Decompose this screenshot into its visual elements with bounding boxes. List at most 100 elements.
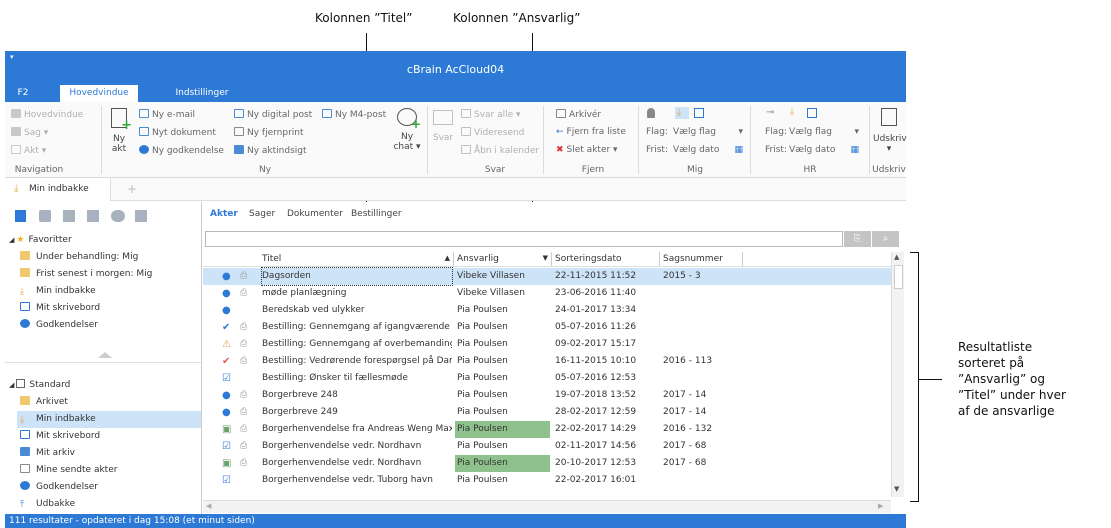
column-divider[interactable] <box>453 252 454 266</box>
hr-frist-select[interactable]: Vælg dato ▦ <box>789 145 859 155</box>
document-icon[interactable] <box>15 210 26 222</box>
subtab-sager[interactable]: Sager <box>249 209 275 219</box>
table-row[interactable]: ✔ ⎙ Bestilling: Gennemgang af igangværende… <box>203 319 891 336</box>
desk-icon[interactable] <box>807 108 817 118</box>
nav-sag-button[interactable]: Sag ▾ <box>11 127 48 138</box>
tree-item-udbakke[interactable]: ⤒ Udbakke <box>20 496 75 510</box>
column-divider[interactable] <box>659 252 660 266</box>
vertical-scrollbar[interactable]: ▲ ▼ <box>891 252 904 497</box>
table-row[interactable]: ● ⎙ Dagsorden Vibeke Villasen 22-11-2015 11:… <box>203 267 891 286</box>
table-row[interactable]: ● ⎙ Borgerbreve 248 Pia Poulsen 19-07-2018 1… <box>203 387 891 404</box>
table-row[interactable]: ● ⎙ Borgerbreve 249 Pia Poulsen 28-02-2017 1… <box>203 404 891 421</box>
column-ansvarlig-label: Ansvarlig <box>457 254 499 264</box>
table-row[interactable]: ▣ ⎙ Borgerhenvendelse vedr. Nordhavn Pia Po… <box>203 455 891 472</box>
favorites-header[interactable]: ◢ ★ Favoritter <box>9 232 72 249</box>
tree-item-label: Godkendelser <box>36 320 99 330</box>
group-mig-label: Mig <box>687 165 703 175</box>
nav-hovedvindue-button[interactable]: Hovedvindue <box>11 109 83 120</box>
nyt-dokument-button[interactable]: Nyt dokument <box>139 127 216 138</box>
svar-button[interactable]: Svar <box>432 110 454 143</box>
ny-fjernprint-button[interactable]: Ny fjernprint <box>234 127 304 138</box>
table-row[interactable]: ● Beredskab ved ulykker Pia Poulsen 24-01-2… <box>203 302 891 319</box>
table-row[interactable]: ● ⎙ møde planlægning Vibeke Villasen 23-06-2… <box>203 285 891 302</box>
tab-indstillinger[interactable]: Indstillinger <box>171 85 233 102</box>
case-icon[interactable] <box>39 210 51 222</box>
ny-chat-button[interactable]: + Ny chat ▾ <box>392 108 422 152</box>
bracket-pointer <box>918 379 942 380</box>
hr-flag-select[interactable]: Vælg flag ▾ <box>789 127 859 137</box>
ny-digital-post-button[interactable]: Ny digital post <box>234 109 312 120</box>
arkiver-button[interactable]: Arkívér <box>556 109 601 120</box>
slet-akter-button[interactable]: ✖ Slet akter ▾ <box>556 145 618 155</box>
ny-email-button[interactable]: Ny e-mail <box>139 109 195 120</box>
subtab-akter[interactable]: Akter <box>210 209 238 219</box>
standard-header[interactable]: ◢ Standard <box>9 377 70 394</box>
scroll-thumb[interactable] <box>894 265 903 289</box>
videresend-button[interactable]: Videresend <box>461 127 524 138</box>
udskriv-button[interactable]: Udskriv ▾ <box>873 108 907 154</box>
cell-sorteringsdato: 22-11-2015 11:52 <box>555 271 637 281</box>
tree-item-under-behandling[interactable]: Under behandling: Mig <box>20 249 138 266</box>
add-tab-button[interactable]: + <box>127 182 137 196</box>
table-row[interactable]: ☑ Borgerhenvendelse vedr. Tuborg havn Pia … <box>203 472 891 489</box>
tree-item-mit-skrivebord-fav[interactable]: Mit skrivebord <box>20 300 100 317</box>
column-sagsnummer[interactable]: Sagsnummer <box>663 254 723 264</box>
tab-f2[interactable]: F2 <box>11 85 35 102</box>
search-input[interactable] <box>205 231 843 247</box>
tab-hovedvindue[interactable]: Hovedvindue <box>60 85 138 102</box>
saved-search-icon[interactable]: ⎘ <box>844 231 871 247</box>
contacts-icon[interactable] <box>111 210 125 222</box>
scroll-up-icon[interactable]: ▲ <box>894 253 899 261</box>
cell-sorteringsdato: 24-01-2017 13:34 <box>555 305 637 315</box>
column-sorteringsdato[interactable]: Sorteringsdato <box>555 254 622 264</box>
scroll-down-icon[interactable]: ▼ <box>894 485 899 493</box>
column-titel[interactable]: Titel ▲ <box>262 254 452 264</box>
mig-flag-select[interactable]: Vælg flag ▾ <box>673 127 743 137</box>
table-row[interactable]: ☑ Bestilling: Ønsker til fællesmøde Pia Po… <box>203 370 891 387</box>
ny-aktindsigt-button[interactable]: Ny aktindsigt <box>234 145 307 156</box>
column-divider[interactable] <box>551 252 552 266</box>
tree-item-mit-skrivebord[interactable]: Mit skrivebord <box>20 428 100 445</box>
tree-item-min-indbakke[interactable]: ⤓ Min indbakke <box>17 411 201 428</box>
tree-item-godkendelser-fav[interactable]: Godkendelser <box>20 317 98 334</box>
fjern-fra-liste-button[interactable]: ← Fjern fra liste <box>556 127 626 137</box>
list-icon[interactable] <box>63 210 75 222</box>
scroll-left-icon[interactable]: ◀ <box>206 502 211 510</box>
inbox-icon[interactable]: ⤓ <box>675 107 689 119</box>
inbox-icon[interactable]: ⤓ <box>790 107 802 119</box>
table-row[interactable]: ✔ ⎙ Bestilling: Vedrørende forespørgsel på… <box>203 353 891 370</box>
bracket-bottom <box>910 501 918 502</box>
desk-icon[interactable] <box>694 108 704 118</box>
mig-frist-select[interactable]: Vælg dato ▦ <box>673 145 743 155</box>
tree-item-mine-sendte-akter[interactable]: Mine sendte akter <box>20 462 117 479</box>
horizontal-scrollbar[interactable]: ◀ ▶ <box>203 500 891 513</box>
subtab-bestillinger[interactable]: Bestillinger <box>351 209 402 219</box>
column-ansvarlig[interactable]: Ansvarlig ▼ <box>457 254 550 264</box>
subtab-dokumenter[interactable]: Dokumenter <box>287 209 343 219</box>
nav-akt-button[interactable]: Akt ▾ <box>11 145 46 156</box>
svar-alle-button[interactable]: Svar alle ▾ <box>461 109 521 120</box>
attachment-icon: ⎙ <box>240 288 248 298</box>
table-row[interactable]: ⚠ ⎙ Bestilling: Gennemgang af overbemandin… <box>203 336 891 353</box>
quick-access-icon[interactable]: ▾ <box>10 53 14 61</box>
tree-item-arkivet[interactable]: Arkivet <box>20 394 68 411</box>
collapse-favorites-handle[interactable] <box>98 352 112 358</box>
status-icon: ● <box>222 271 231 282</box>
ny-akt-button[interactable]: + Ny akt <box>106 108 132 154</box>
ny-godkendelse-button[interactable]: Ny godkendelse <box>139 145 224 156</box>
tab-min-indbakke[interactable]: ⤓ Min indbakke <box>5 178 111 201</box>
column-divider[interactable] <box>742 252 743 266</box>
tree-item-frist[interactable]: Frist senest i morgen: Mig <box>20 266 152 283</box>
tree-item-godkendelser[interactable]: Godkendelser <box>20 479 98 496</box>
tree-item-mit-arkiv[interactable]: Mit arkiv <box>20 445 75 462</box>
aabn-kalender-button[interactable]: Åbn i kalender <box>461 145 539 156</box>
search-icon[interactable]: ⌕ <box>872 231 899 247</box>
order-icon[interactable] <box>135 210 147 222</box>
ny-m4-post-button[interactable]: Ny M4-post <box>322 109 386 120</box>
scroll-right-icon[interactable]: ▶ <box>878 502 883 510</box>
tree-item-min-indbakke-fav[interactable]: ⤓ Min indbakke <box>20 283 96 300</box>
printer-icon[interactable] <box>87 210 99 222</box>
table-row[interactable]: ▣ ⎙ Borgerhenvendelse fra Andreas Weng Max… <box>203 421 891 438</box>
pane-divider <box>5 362 201 363</box>
table-row[interactable]: ☑ ⎙ Borgerhenvendelse vedr. Nordhavn Pia Po… <box>203 438 891 455</box>
